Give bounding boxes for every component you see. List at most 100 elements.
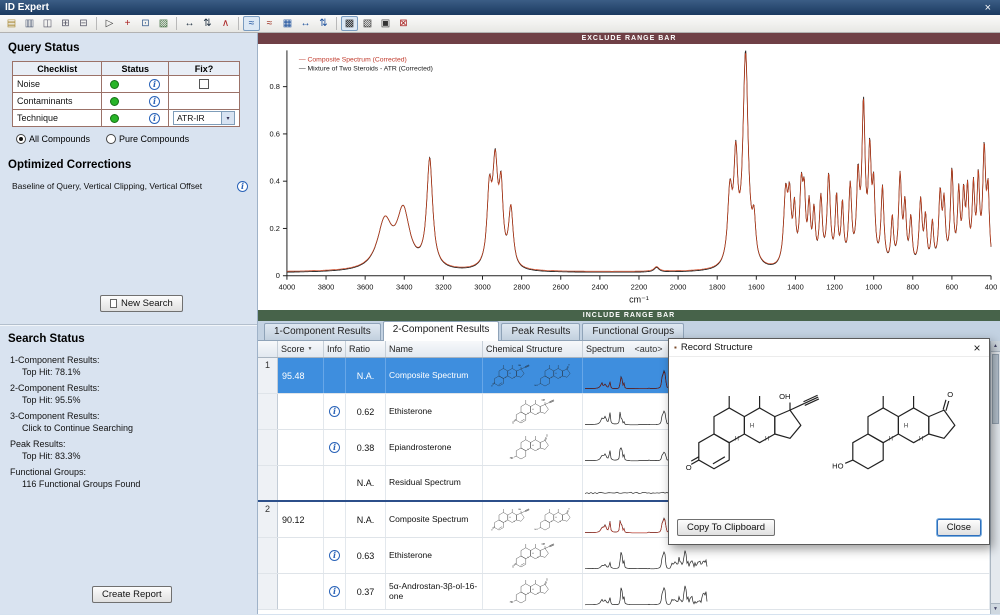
checklist-item-label: Technique bbox=[13, 110, 102, 127]
new-search-button[interactable]: New Search bbox=[100, 295, 183, 312]
create-report-button[interactable]: Create Report bbox=[92, 586, 172, 603]
scroll-up-icon[interactable]: ▲ bbox=[991, 341, 1000, 352]
svg-text:OH: OH bbox=[541, 543, 545, 546]
search-status-value: Top Hit: 78.1% bbox=[10, 367, 251, 377]
name-cell: 5α-Androstan-3β-ol-16-one bbox=[386, 574, 483, 609]
paste-icon[interactable]: ⊞ bbox=[57, 16, 74, 31]
roi-scale-icon[interactable]: ⊠ bbox=[395, 16, 412, 31]
tab-1-component-results[interactable]: 1-Component Results bbox=[264, 323, 381, 340]
window-close-icon[interactable]: × bbox=[981, 2, 995, 14]
fix-checkbox[interactable] bbox=[199, 79, 209, 89]
col-label: Name bbox=[389, 344, 413, 354]
include-range-bar[interactable]: INCLUDE RANGE BAR bbox=[258, 310, 1000, 321]
annotate-icon[interactable]: ▨ bbox=[155, 16, 172, 31]
scale-x-icon[interactable]: ↔ bbox=[297, 16, 314, 31]
ratio-cell: N.A. bbox=[346, 502, 386, 537]
svg-text:3600: 3600 bbox=[357, 283, 374, 292]
svg-text:400: 400 bbox=[985, 283, 997, 292]
spectrum-thumbnail bbox=[583, 574, 990, 609]
svg-text:— Composite Spectrum (Correcte: — Composite Spectrum (Corrected) bbox=[299, 56, 407, 63]
svg-text:0.8: 0.8 bbox=[270, 82, 280, 91]
titlebar: ID Expert × bbox=[0, 0, 1000, 15]
dialog-titlebar[interactable]: ▪ Record Structure × bbox=[669, 339, 989, 357]
results-scrollbar[interactable]: ▲ ▼ bbox=[990, 341, 1000, 614]
search-status-entry[interactable]: 1-Component Results:Top Hit: 78.1% bbox=[10, 355, 251, 377]
search-status-entry[interactable]: 3-Component Results:Click to Continue Se… bbox=[10, 411, 251, 433]
pointer-icon[interactable]: ▷ bbox=[101, 16, 118, 31]
qs-col-status: Status bbox=[102, 62, 169, 76]
search-status-entry[interactable]: Functional Groups:116 Functional Groups … bbox=[10, 467, 251, 489]
col-expander[interactable] bbox=[258, 341, 278, 357]
chevron-down-icon: ▾ bbox=[221, 112, 234, 124]
search-status-entry[interactable]: 2-Component Results:Top Hit: 95.5% bbox=[10, 383, 251, 405]
svg-text:3000: 3000 bbox=[474, 283, 491, 292]
info-icon[interactable]: i bbox=[329, 406, 340, 417]
svg-text:600: 600 bbox=[946, 283, 958, 292]
scroll-down-icon[interactable]: ▼ bbox=[991, 603, 1000, 614]
info-icon[interactable]: i bbox=[237, 181, 248, 192]
stacked-spectra-icon[interactable]: ≈ bbox=[243, 16, 260, 31]
scale-y-icon[interactable]: ⇅ bbox=[315, 16, 332, 31]
result-row[interactable]: i0.375α-Androstan-3β-ol-16-oneHOOHHH bbox=[258, 574, 990, 610]
document-icon bbox=[110, 299, 117, 308]
find-peaks-icon[interactable]: ∧ bbox=[217, 16, 234, 31]
svg-text:O: O bbox=[512, 565, 514, 568]
full-scale-icon[interactable]: ▩ bbox=[341, 16, 358, 31]
ratio-cell: 0.38 bbox=[346, 430, 386, 465]
auto-scale-icon[interactable]: ▣ bbox=[377, 16, 394, 31]
radio-pure-compounds[interactable]: Pure Compounds bbox=[106, 134, 189, 144]
arrows-horizontal-icon[interactable]: ↔ bbox=[181, 16, 198, 31]
dialog-close-button[interactable]: Close bbox=[937, 519, 981, 536]
svg-text:OH: OH bbox=[779, 392, 790, 401]
name-cell: Composite Spectrum bbox=[386, 502, 483, 537]
optimized-corrections-heading: Optimized Corrections bbox=[8, 159, 131, 171]
open-icon[interactable]: ▤ bbox=[3, 16, 20, 31]
checklist-item-label: Contaminants bbox=[13, 93, 102, 110]
group-number bbox=[258, 466, 278, 500]
info-icon[interactable]: i bbox=[149, 96, 160, 107]
dialog-close-icon[interactable]: × bbox=[970, 341, 984, 355]
spectrum-scale-mode[interactable]: <auto> bbox=[635, 344, 663, 354]
info-icon[interactable]: i bbox=[329, 550, 340, 561]
group-number bbox=[258, 430, 278, 465]
search-status-list: 1-Component Results:Top Hit: 78.1% 2-Comp… bbox=[10, 355, 251, 495]
common-scale-icon[interactable]: ▧ bbox=[359, 16, 376, 31]
info-icon[interactable]: i bbox=[149, 113, 160, 124]
zoom-region-icon[interactable]: ⊡ bbox=[137, 16, 154, 31]
structure-epiandrosterone: HOOHHH bbox=[830, 360, 982, 513]
col-ratio[interactable]: Ratio bbox=[346, 341, 386, 357]
spectrum-panel: EXCLUDE RANGE BAR 00.20.40.60.8400038003… bbox=[258, 33, 1000, 321]
overlay-spectra-icon[interactable]: ≈ bbox=[261, 16, 278, 31]
new-search-label: New Search bbox=[121, 298, 173, 309]
svg-text:H: H bbox=[889, 437, 893, 443]
col-name[interactable]: Name bbox=[386, 341, 483, 357]
col-score[interactable]: Score▼ bbox=[278, 341, 324, 357]
tab-peak-results[interactable]: Peak Results bbox=[501, 323, 580, 340]
status-cell: i bbox=[102, 93, 169, 110]
crosshair-icon[interactable]: + bbox=[119, 16, 136, 31]
sort-icon[interactable]: ▼ bbox=[308, 346, 313, 352]
col-structure[interactable]: Chemical Structure bbox=[483, 341, 583, 357]
info-icon[interactable]: i bbox=[329, 586, 340, 597]
spectrum-chart[interactable]: 00.20.40.60.8400038003600340032003000280… bbox=[259, 44, 999, 310]
info-icon[interactable]: i bbox=[329, 442, 340, 453]
arrows-vertical-icon[interactable]: ⇅ bbox=[199, 16, 216, 31]
print-icon[interactable]: ⊟ bbox=[75, 16, 92, 31]
tab-2-component-results[interactable]: 2-Component Results bbox=[383, 321, 500, 341]
technique-select[interactable]: ATR-IR▾ bbox=[173, 111, 235, 125]
svg-text:1800: 1800 bbox=[709, 283, 726, 292]
scroll-thumb[interactable] bbox=[992, 354, 999, 424]
radio-all-compounds[interactable]: All Compounds bbox=[16, 134, 90, 144]
col-label: Info bbox=[327, 344, 342, 354]
svg-text:HO: HO bbox=[509, 600, 513, 603]
save-icon[interactable]: ▥ bbox=[21, 16, 38, 31]
copy-to-clipboard-button[interactable]: Copy To Clipboard bbox=[677, 519, 775, 536]
score-cell bbox=[278, 466, 324, 500]
exclude-range-bar[interactable]: EXCLUDE RANGE BAR bbox=[258, 33, 1000, 44]
split-view-icon[interactable]: ▦ bbox=[279, 16, 296, 31]
search-status-entry[interactable]: Peak Results:Top Hit: 83.3% bbox=[10, 439, 251, 461]
copy-icon[interactable]: ◫ bbox=[39, 16, 56, 31]
dialog-buttons: Copy To Clipboard Close bbox=[669, 516, 989, 544]
col-info[interactable]: Info bbox=[324, 341, 346, 357]
info-icon[interactable]: i bbox=[149, 79, 160, 90]
